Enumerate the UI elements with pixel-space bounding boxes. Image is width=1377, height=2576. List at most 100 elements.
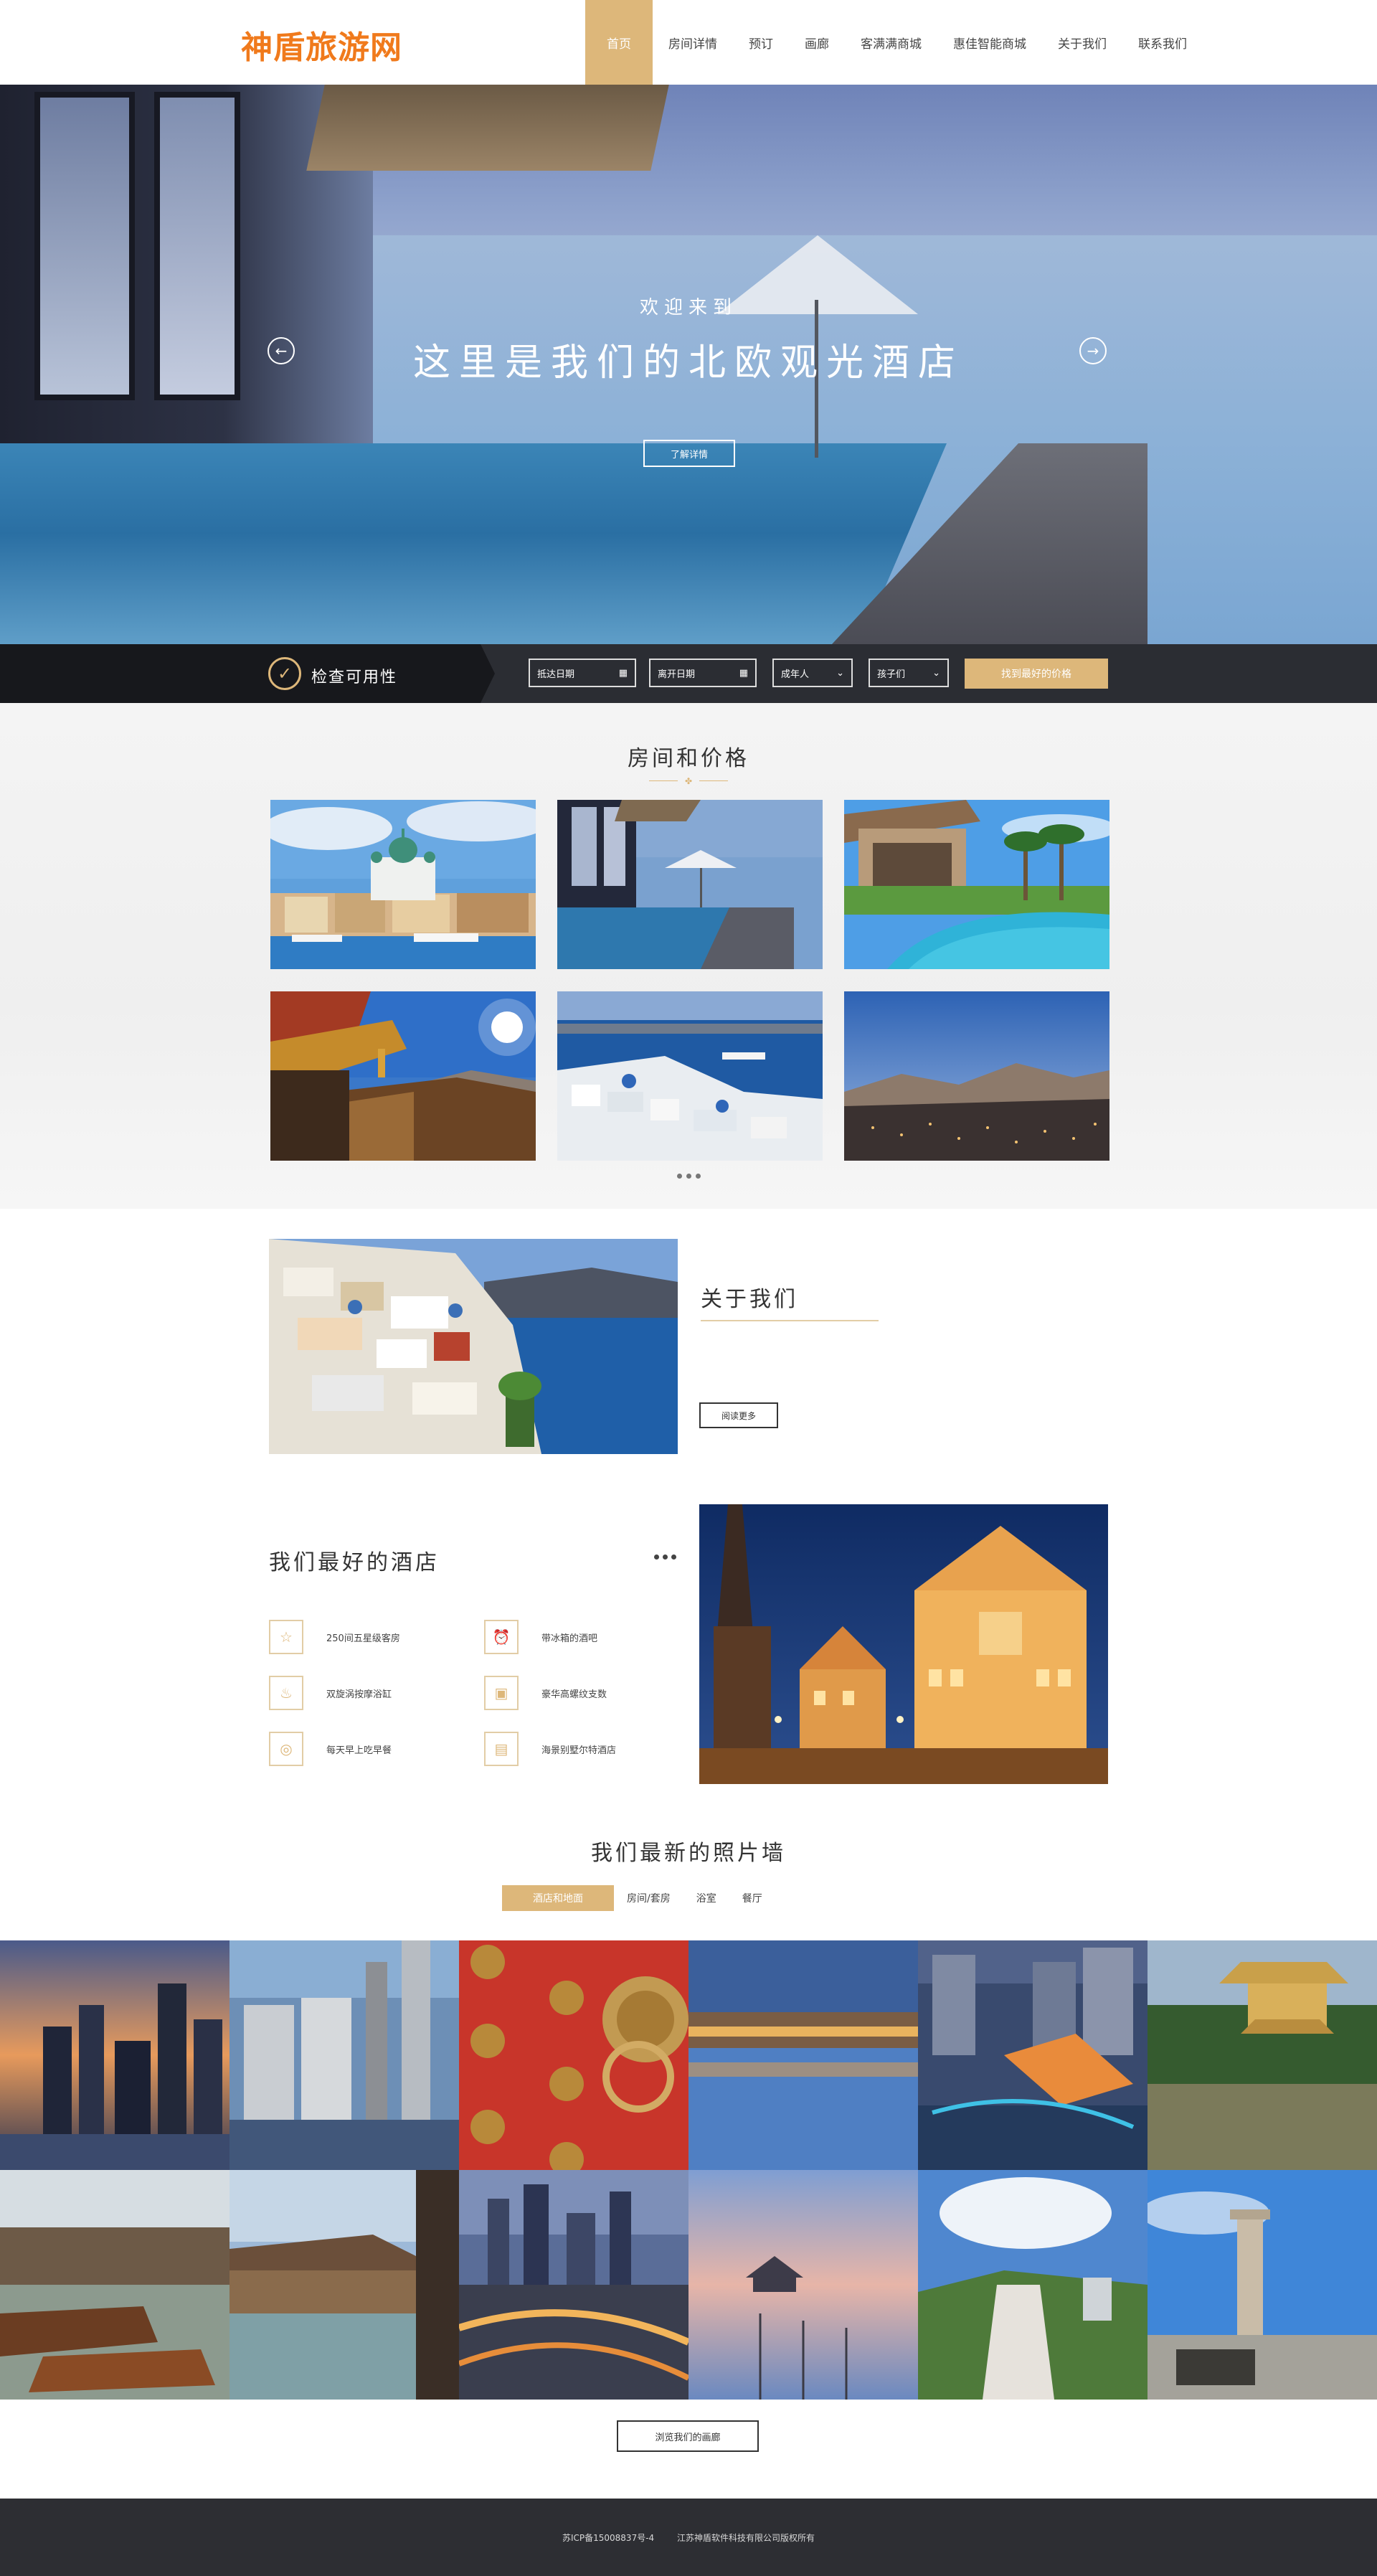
availability-bar: ✓ 检查可用性 抵达日期 ▦ 离开日期 ▦ 成年人 ⌄ 孩子们 ⌄ 找到最好的价… <box>0 644 1377 703</box>
arrow-left-icon: ← <box>275 342 288 359</box>
room-image[interactable] <box>557 800 823 969</box>
checkin-date-label: 抵达日期 <box>537 669 575 680</box>
ornament-line <box>649 780 678 781</box>
photo-wall-title: 我们最新的照片墙 <box>591 1841 786 1866</box>
feature-item: ▤ 海景别墅尔特酒店 <box>484 1732 616 1766</box>
hotel-icon: ▤ <box>484 1732 519 1766</box>
ornament-icon: ✤ <box>684 776 693 786</box>
children-select[interactable]: 孩子们 ⌄ <box>869 659 949 687</box>
about-underline <box>701 1320 879 1321</box>
feature-item: ☆ 250间五星级客房 <box>269 1620 400 1654</box>
chevron-down-icon: ⌄ <box>836 667 844 679</box>
nav-item-about[interactable]: 关于我们 <box>1042 0 1122 85</box>
footer-icp[interactable]: 苏ICP备15008837号-4 <box>562 2533 654 2543</box>
site-header: 神盾旅游网 首页 房间详情 预订 画廊 客满满商城 惠佳智能商城 关于我们 联系… <box>0 0 1377 85</box>
pagination-dot[interactable] <box>696 1174 701 1179</box>
rooms-title: 房间和价格 <box>628 746 749 771</box>
adults-select[interactable]: 成年人 ⌄ <box>772 659 853 687</box>
nav-item-room-details[interactable]: 房间详情 <box>653 0 733 85</box>
adults-label: 成年人 <box>781 669 810 680</box>
find-best-price-button[interactable]: 找到最好的价格 <box>965 659 1108 689</box>
feature-label: 每天早上吃早餐 <box>326 1745 392 1756</box>
feature-item: ⏰ 带冰箱的酒吧 <box>484 1620 597 1654</box>
slider-prev-button[interactable]: ← <box>268 337 295 364</box>
calendar-icon: ▦ <box>739 667 748 679</box>
site-logo[interactable]: 神盾旅游网 <box>241 22 402 67</box>
menu-dot <box>654 1554 659 1560</box>
feature-item: ◎ 每天早上吃早餐 <box>269 1732 392 1766</box>
gallery-photo[interactable] <box>230 2170 459 2400</box>
menu-dot <box>663 1554 668 1560</box>
nav-item-booking[interactable]: 预订 <box>733 0 789 85</box>
availability-label-panel <box>0 644 495 703</box>
nav-item-home[interactable]: 首页 <box>585 0 653 85</box>
pagination-dot[interactable] <box>686 1174 691 1179</box>
nav-item-kemanman-mall[interactable]: 客满满商城 <box>845 0 937 85</box>
main-nav: 首页 房间详情 预订 画廊 客满满商城 惠佳智能商城 关于我们 联系我们 <box>585 0 1203 85</box>
browse-gallery-button[interactable]: 浏览我们的画廊 <box>617 2420 759 2452</box>
about-image <box>269 1239 678 1454</box>
slider-next-button[interactable]: → <box>1079 337 1107 364</box>
gallery-photo[interactable] <box>918 1940 1148 2170</box>
room-image[interactable] <box>270 800 536 969</box>
photo-wall-tabs: 酒店和地面 房间/套房 浴室 餐厅 <box>502 1885 775 1911</box>
tab-restaurant[interactable]: 餐厅 <box>729 1885 775 1911</box>
checkout-date-label: 离开日期 <box>658 669 696 680</box>
hero-banner: 欢迎来到 这里是我们的北欧观光酒店 了解详情 ← → <box>0 85 1377 644</box>
tab-hotel-grounds[interactable]: 酒店和地面 <box>502 1885 614 1911</box>
feature-item: ▣ 豪华高螺纹支数 <box>484 1676 607 1710</box>
gallery-photo[interactable] <box>918 2170 1148 2400</box>
checkin-date-field[interactable]: 抵达日期 ▦ <box>529 659 636 687</box>
feature-label: 双旋涡按摩浴缸 <box>326 1689 392 1700</box>
feature-item: ♨ 双旋涡按摩浴缸 <box>269 1676 392 1710</box>
feature-label: 带冰箱的酒吧 <box>541 1633 598 1644</box>
page: 神盾旅游网 首页 房间详情 预订 画廊 客满满商城 惠佳智能商城 关于我们 联系… <box>0 0 1377 2576</box>
menu-dot <box>671 1554 676 1560</box>
ornament-line <box>699 780 728 781</box>
gallery-photo[interactable] <box>0 2170 230 2400</box>
about-title: 关于我们 <box>701 1287 798 1312</box>
gallery-photo[interactable] <box>1148 1940 1377 2170</box>
star-icon: ☆ <box>269 1620 303 1654</box>
hero-overlay: 欢迎来到 这里是我们的北欧观光酒店 了解详情 ← → <box>0 85 1377 644</box>
children-label: 孩子们 <box>877 669 906 680</box>
jacuzzi-icon: ♨ <box>269 1676 303 1710</box>
gallery-photo[interactable] <box>459 1940 688 2170</box>
feature-label: 豪华高螺纹支数 <box>541 1689 607 1700</box>
footer-text: 苏ICP备15008837号-4 江苏神盾软件科技有限公司版权所有 <box>0 2532 1377 2544</box>
nav-item-gallery[interactable]: 画廊 <box>789 0 845 85</box>
room-image[interactable] <box>844 800 1109 969</box>
room-image[interactable] <box>844 991 1109 1161</box>
arrow-right-icon: → <box>1087 342 1099 359</box>
gallery-photo[interactable] <box>0 1940 230 2170</box>
rooms-pagination[interactable] <box>677 1174 701 1179</box>
checkout-date-field[interactable]: 离开日期 ▦ <box>649 659 757 687</box>
best-hotels-title: 我们最好的酒店 <box>269 1550 440 1575</box>
room-image[interactable] <box>557 991 823 1161</box>
hero-welcome-text: 欢迎来到 <box>639 297 737 319</box>
gallery-photo[interactable] <box>688 2170 918 2400</box>
gallery-photo[interactable] <box>230 1940 459 2170</box>
alarm-clock-icon: ⏰ <box>484 1620 519 1654</box>
best-hotel-image <box>699 1504 1108 1784</box>
pagination-dot[interactable] <box>677 1174 682 1179</box>
breakfast-icon: ◎ <box>269 1732 303 1766</box>
site-footer: 苏ICP备15008837号-4 江苏神盾软件科技有限公司版权所有 <box>0 2499 1377 2576</box>
hero-learn-more-button[interactable]: 了解详情 <box>643 440 735 467</box>
rooms-section: 房间和价格 ✤ <box>0 703 1377 1209</box>
check-icon: ✓ <box>268 657 301 690</box>
read-more-button[interactable]: 阅读更多 <box>699 1402 778 1428</box>
hero-title: 这里是我们的北欧观光酒店 <box>412 341 964 384</box>
nav-item-huijia-mall[interactable]: 惠佳智能商城 <box>937 0 1042 85</box>
room-image[interactable] <box>270 991 536 1161</box>
best-hotels-menu-dots[interactable] <box>654 1554 676 1560</box>
tab-bathroom[interactable]: 浴室 <box>683 1885 729 1911</box>
tab-rooms-suites[interactable]: 房间/套房 <box>614 1885 683 1911</box>
footer-copyright: 江苏神盾软件科技有限公司版权所有 <box>677 2533 815 2543</box>
gallery-photo[interactable] <box>1148 2170 1377 2400</box>
screen-icon: ▣ <box>484 1676 519 1710</box>
gallery-photo[interactable] <box>459 2170 688 2400</box>
nav-item-contact[interactable]: 联系我们 <box>1122 0 1203 85</box>
calendar-icon: ▦ <box>618 667 628 679</box>
gallery-photo[interactable] <box>688 1940 918 2170</box>
